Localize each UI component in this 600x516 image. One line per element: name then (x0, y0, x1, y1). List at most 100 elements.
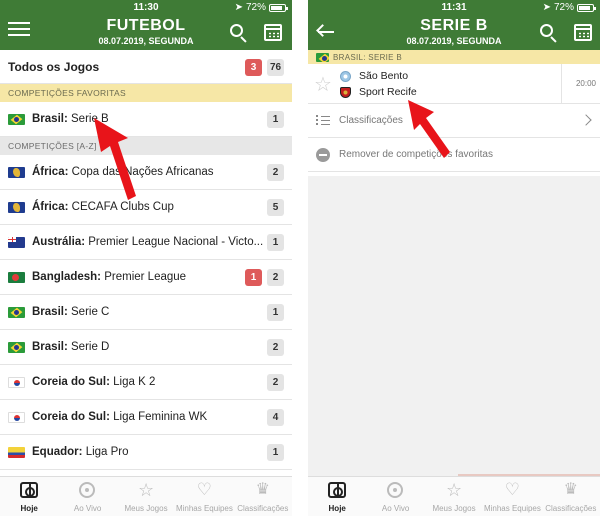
tab-label: Meus Jogos (124, 504, 168, 513)
red-arrow-shape (408, 100, 450, 158)
remove-circle-icon (316, 148, 330, 162)
competition-row[interactable]: Coreia do Sul: Liga Feminina WK 4 (0, 400, 292, 435)
match-count-badge: 2 (267, 164, 284, 181)
match-count-badge: 5 (267, 199, 284, 216)
competition-country: África: (32, 166, 69, 178)
competition-row[interactable]: África: CECAFA Clubs Cup 5 (0, 190, 292, 225)
standings-label: Classificações (339, 115, 403, 126)
competition-league: Premier League (104, 271, 187, 283)
live-icon (78, 482, 95, 498)
location-icon: ➤ (234, 2, 243, 13)
tab-star[interactable]: ☆ Meus Jogos (425, 477, 483, 516)
annotation-arrow-left (94, 118, 136, 200)
trophy-icon: ♛ (255, 481, 270, 498)
favorite-star-icon[interactable]: ☆ (314, 72, 332, 97)
competition-country: Brasil: (32, 113, 68, 125)
competition-league: Liga K 2 (113, 376, 156, 388)
tab-label: Hoje (20, 504, 38, 513)
status-bar: 11:30 ➤ 72% (0, 0, 292, 14)
south-korea-flag-icon (8, 376, 25, 388)
ecuador-flag-icon (8, 446, 25, 458)
tab-label: Meus Jogos (432, 504, 476, 513)
africa-flag-icon (8, 201, 25, 213)
sao-bento-crest-icon (340, 70, 351, 82)
away-team-name: Sport Recife (359, 86, 417, 98)
competition-league: Premier League Nacional - Victo... (88, 236, 264, 248)
status-bar: 11:31 ➤ 72% (308, 0, 600, 14)
live-count-badge: 3 (245, 59, 262, 76)
calendar-icon[interactable] (574, 24, 592, 41)
phone-screen-right: 11:31 ➤ 72% SERIE B 08.07.2019, SEGUNDA … (308, 0, 600, 516)
competition-row[interactable]: Brasil: Serie D 2 (0, 330, 292, 365)
match-count-badge: 4 (267, 409, 284, 426)
tab-trophy[interactable]: ♛ Classificações (234, 477, 292, 516)
app-header: 11:30 ➤ 72% FUTEBOL 08.07.2019, SEGUNDA (0, 0, 292, 50)
all-games-row[interactable]: Todos os Jogos 3 76 (0, 50, 292, 84)
match-count-badge: 1 (267, 444, 284, 461)
tab-label: Hoje (328, 504, 346, 513)
tab-label: Ao Vivo (381, 504, 410, 513)
competition-league: Liga Feminina WK (113, 411, 208, 423)
tab-label: Minhas Equipes (175, 504, 233, 513)
favorites-section-header: COMPETIÇÕES FAVORITAS (0, 84, 292, 102)
tab-label: Classificações (545, 504, 597, 513)
sport-recife-crest-icon (340, 86, 351, 98)
competition-row[interactable]: Coreia do Sul: Liga K 2 2 (0, 365, 292, 400)
favorite-competition-row[interactable]: Brasil: Serie B 1 (0, 102, 292, 137)
competition-league: Serie D (71, 341, 110, 353)
annotation-arrow-right (408, 100, 450, 158)
list-icon (316, 114, 330, 128)
tab-heart[interactable]: ♡ Minhas Equipes (175, 477, 233, 516)
match-count-badge: 2 (267, 339, 284, 356)
az-competition-rows: África: Copa das Nações Africanas 2 África… (0, 155, 292, 470)
tab-field[interactable]: Hoje (308, 477, 366, 516)
bottom-tab-bar: Hoje Ao Vivo ☆ Meus Jogos ♡ Minhas Equipes ♛ Cl… (0, 476, 292, 516)
battery-icon (269, 3, 288, 12)
tab-field[interactable]: Hoje (0, 477, 58, 516)
match-count-badge: 1 (267, 304, 284, 321)
australia-flag-icon (8, 236, 25, 248)
tab-live[interactable]: Ao Vivo (58, 477, 116, 516)
home-team-name: São Bento (359, 70, 409, 82)
competition-country: Coreia do Sul: (32, 411, 110, 423)
competition-row[interactable]: Equador: Liga Pro 1 (0, 435, 292, 470)
competition-section-label: BRASIL: SERIE B (333, 52, 402, 62)
heart-icon: ♡ (196, 480, 213, 499)
bottom-tab-bar: Hoje Ao Vivo ☆ Meus Jogos ♡ Minhas Equipes ♛ Cl… (308, 476, 600, 516)
south-korea-flag-icon (8, 411, 25, 423)
battery-percent: 72% (245, 2, 266, 13)
tab-live[interactable]: Ao Vivo (366, 477, 424, 516)
calendar-icon[interactable] (264, 24, 282, 41)
competition-row[interactable]: Austrália: Premier League Nacional - Vic… (0, 225, 292, 260)
trophy-icon: ♛ (563, 481, 578, 498)
search-icon[interactable] (229, 24, 251, 44)
competition-league: Liga Pro (85, 446, 129, 458)
field-icon (328, 482, 347, 498)
competition-country: Brasil: (32, 341, 68, 353)
competition-list: Todos os Jogos 3 76 COMPETIÇÕES FAVORITA… (0, 50, 292, 476)
search-icon[interactable] (539, 24, 561, 44)
tab-star[interactable]: ☆ Meus Jogos (117, 477, 175, 516)
bangladesh-flag-icon (8, 271, 25, 283)
az-section-header: COMPETIÇÕES [A-Z] (0, 137, 292, 155)
live-icon (386, 482, 403, 498)
competition-row[interactable]: África: Copa das Nações Africanas 2 (0, 155, 292, 190)
app-header: 11:31 ➤ 72% SERIE B 08.07.2019, SEGUNDA (308, 0, 600, 50)
competition-country: Bangladesh: (32, 271, 102, 283)
tab-label: Ao Vivo (73, 504, 102, 513)
battery-icon (577, 3, 596, 12)
brazil-flag-icon (8, 306, 25, 318)
competition-row[interactable]: Brasil: Serie C 1 (0, 295, 292, 330)
match-count-badge: 2 (267, 374, 284, 391)
competition-country: África: (32, 201, 69, 213)
competition-row[interactable]: Bangladesh: Premier League 1 2 (0, 260, 292, 295)
tab-heart[interactable]: ♡ Minhas Equipes (483, 477, 541, 516)
tab-trophy[interactable]: ♛ Classificações (542, 477, 600, 516)
phone-screen-left: 11:30 ➤ 72% FUTEBOL 08.07.2019, SEGUNDA … (0, 0, 292, 516)
brazil-flag-icon (8, 113, 25, 125)
star-icon: ☆ (445, 480, 463, 500)
chevron-right-icon (580, 114, 592, 126)
match-time: 20:00 (575, 79, 596, 88)
competition-country: Brasil: (32, 306, 68, 318)
total-count-badge: 76 (267, 59, 284, 76)
